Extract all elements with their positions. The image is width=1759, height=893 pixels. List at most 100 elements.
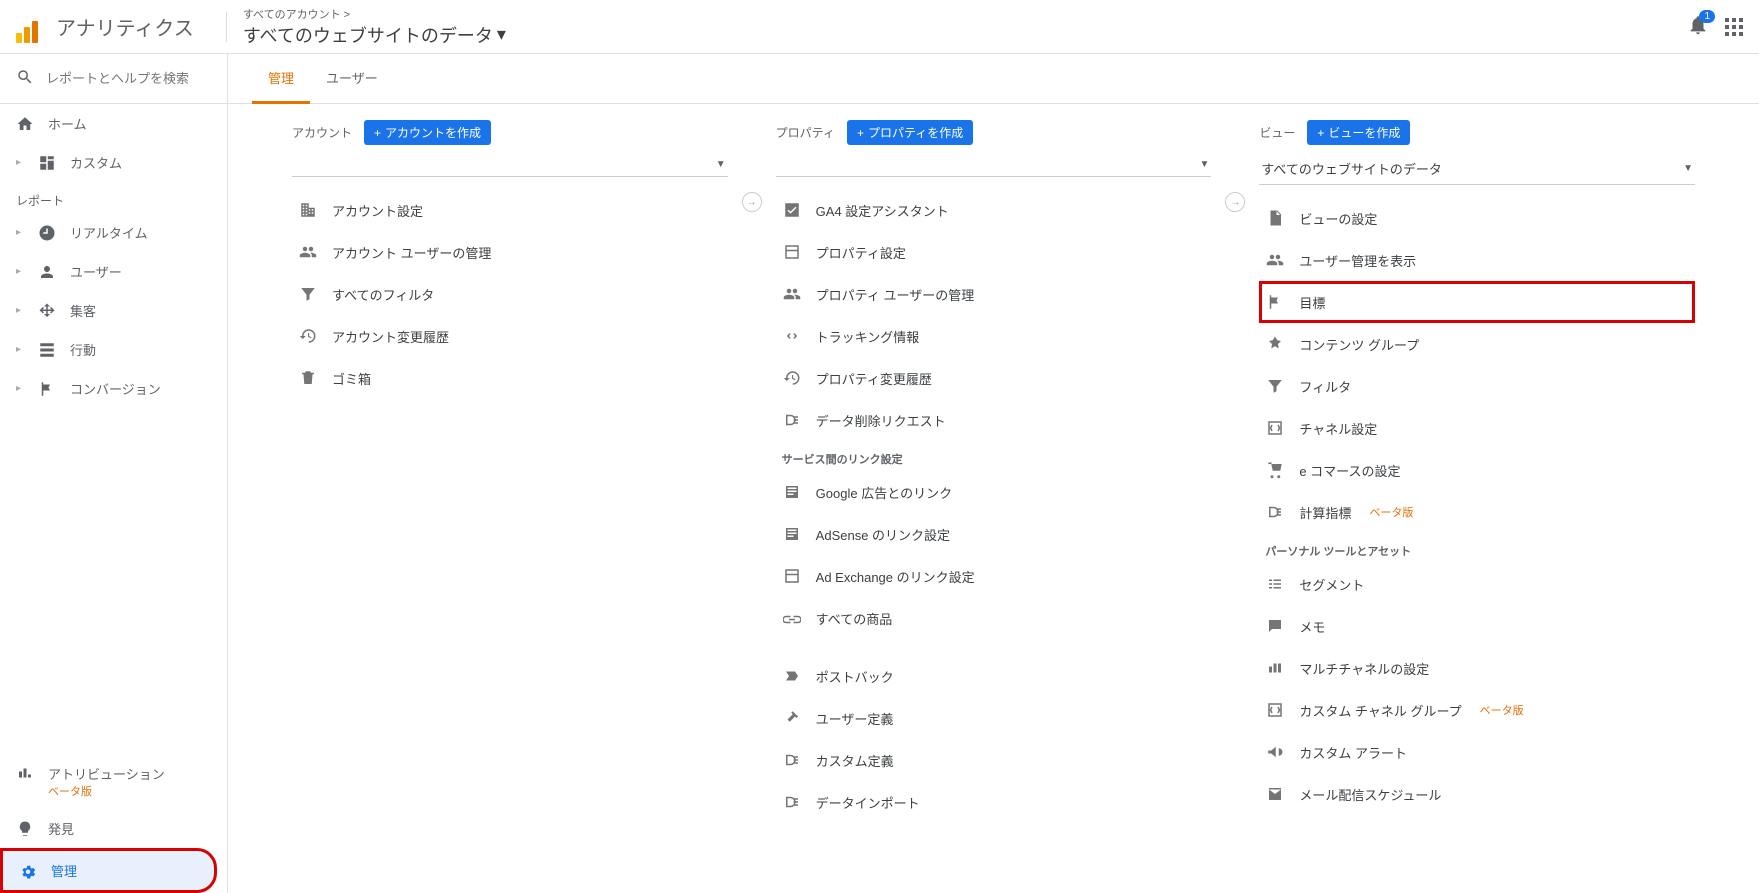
account-users[interactable]: アカウント ユーザーの管理 (292, 231, 728, 273)
sidebar-item-acquisition[interactable]: ▸ 集客 (0, 291, 227, 330)
layout-icon (782, 566, 802, 586)
sidebar-item-realtime[interactable]: ▸ リアルタイム (0, 213, 227, 252)
people-icon (298, 242, 318, 262)
ecommerce-settings[interactable]: e コマースの設定 (1259, 449, 1695, 491)
layout-icon (782, 242, 802, 262)
multichannel[interactable]: マルチチャネルの設定 (1259, 647, 1695, 689)
sidebar-item-attribution[interactable]: アトリビューション ベータ版 (0, 754, 227, 809)
apps-button[interactable] (1725, 18, 1743, 36)
data-import[interactable]: データインポート (776, 781, 1212, 823)
sidebar-item-custom[interactable]: ▸ カスタム (0, 143, 227, 182)
account-settings[interactable]: アカウント設定 (292, 189, 728, 231)
menu-label: データインポート (816, 793, 920, 812)
tracking-info[interactable]: トラッキング情報 (776, 315, 1212, 357)
breadcrumb-top: すべてのアカウント > (243, 6, 506, 22)
gear-icon (19, 862, 37, 880)
notifications-count: 1 (1699, 10, 1715, 23)
menu-label: カスタム チャネル グループ (1299, 701, 1461, 720)
view-select[interactable]: すべてのウェブサイトのデータ ▼ (1259, 153, 1695, 185)
breadcrumb[interactable]: すべてのアカウント > すべてのウェブサイトのデータ ▾ (243, 6, 506, 48)
home-icon (16, 115, 34, 133)
cart-icon (1265, 460, 1285, 480)
sidebar-item-label: アトリビューション (48, 767, 165, 782)
menu-label: AdSense のリンク設定 (816, 525, 950, 544)
sidebar-item-conversions[interactable]: ▸ コンバージョン (0, 369, 227, 408)
analytics-logo[interactable] (16, 11, 48, 43)
create-property-button[interactable]: プロパティを作成 (847, 120, 973, 145)
all-products[interactable]: すべての商品 (776, 597, 1212, 639)
view-users[interactable]: ユーザー管理を表示 (1259, 239, 1695, 281)
dd-icon (782, 410, 802, 430)
create-account-button[interactable]: アカウントを作成 (364, 120, 491, 145)
sidebar-item-discover[interactable]: 発見 (0, 809, 227, 848)
postback[interactable]: ポストバック (776, 655, 1212, 697)
view-settings[interactable]: ビューの設定 (1259, 197, 1695, 239)
create-view-button[interactable]: ビューを作成 (1307, 120, 1410, 145)
notifications-button[interactable]: 1 (1687, 14, 1709, 39)
view-label: ビュー (1259, 124, 1295, 141)
page-icon (1265, 208, 1285, 228)
adexchange-link[interactable]: Ad Exchange のリンク設定 (776, 555, 1212, 597)
sidebar-item-audience[interactable]: ▸ ユーザー (0, 252, 227, 291)
dd-icon (1265, 502, 1285, 522)
menu-label: ユーザー定義 (816, 709, 894, 728)
beta-tag: ベータ版 (1369, 504, 1413, 520)
menu-label: メール配信スケジュール (1299, 785, 1441, 804)
data-delete[interactable]: データ削除リクエスト (776, 399, 1212, 441)
user-definition[interactable]: ユーザー定義 (776, 697, 1212, 739)
beta-tag: ベータ版 (48, 783, 165, 799)
custom-definition[interactable]: カスタム定義 (776, 739, 1212, 781)
menu-label: プロパティ変更履歴 (816, 369, 932, 388)
menu-label: 目標 (1299, 293, 1325, 312)
sidebar-item-label: 管理 (51, 861, 77, 880)
property-users[interactable]: プロパティ ユーザーの管理 (776, 273, 1212, 315)
code-icon (782, 326, 802, 346)
sidebar-item-behavior[interactable]: ▸ 行動 (0, 330, 227, 369)
tab-user[interactable]: ユーザー (310, 54, 394, 103)
product-name: アナリティクス (56, 12, 194, 41)
property-history[interactable]: プロパティ変更履歴 (776, 357, 1212, 399)
property-settings[interactable]: プロパティ設定 (776, 231, 1212, 273)
account-trash[interactable]: ゴミ箱 (292, 357, 728, 399)
segments[interactable]: セグメント (1259, 563, 1695, 605)
sidebar-item-label: 集客 (70, 301, 96, 320)
sidebar-item-label: リアルタイム (70, 223, 148, 242)
sidebar-item-label: ホーム (48, 114, 87, 133)
search-input[interactable] (46, 71, 222, 86)
view-goals[interactable]: 目標 (1259, 281, 1695, 323)
sidebar-item-admin[interactable]: 管理 (0, 848, 217, 893)
sidebar-item-home[interactable]: ホーム (0, 104, 227, 143)
annotations[interactable]: メモ (1259, 605, 1695, 647)
dashboard-icon (38, 154, 56, 172)
account-filters[interactable]: すべてのフィルタ (292, 273, 728, 315)
menu-label: すべてのフィルタ (332, 285, 434, 304)
property-select[interactable]: ▼ (776, 153, 1212, 177)
search-icon (16, 68, 34, 89)
ga4-assistant[interactable]: GA4 設定アシスタント (776, 189, 1212, 231)
menu-label: アカウント変更履歴 (332, 327, 449, 346)
caret-icon: ▸ (16, 157, 24, 168)
view-filters[interactable]: フィルタ (1259, 365, 1695, 407)
menu-label: カスタム定義 (816, 751, 894, 770)
channel-settings[interactable]: チャネル設定 (1259, 407, 1695, 449)
postback-icon (782, 666, 802, 686)
google-ads-link[interactable]: Google 広告とのリンク (776, 471, 1212, 513)
account-history[interactable]: アカウント変更履歴 (292, 315, 728, 357)
custom-alerts[interactable]: カスタム アラート (1259, 731, 1695, 773)
megaphone-icon (1265, 742, 1285, 762)
adsense-link[interactable]: AdSense のリンク設定 (776, 513, 1212, 555)
section-reports: レポート (0, 182, 227, 213)
content-groups[interactable]: コンテンツ グループ (1259, 323, 1695, 365)
calc-metrics[interactable]: 計算指標ベータ版 (1259, 491, 1695, 533)
sidebar-item-label: ユーザー (70, 262, 122, 281)
sidebar-item-label: コンバージョン (70, 379, 161, 398)
account-select[interactable]: ▼ (292, 153, 728, 177)
menu-label: アカウント ユーザーの管理 (332, 243, 491, 262)
tab-admin[interactable]: 管理 (252, 54, 310, 104)
email-schedule[interactable]: メール配信スケジュール (1259, 773, 1695, 815)
trash-icon (298, 368, 318, 388)
acquisition-icon (38, 302, 56, 320)
custom-channel-group[interactable]: カスタム チャネル グループベータ版 (1259, 689, 1695, 731)
sidebar-item-label: 発見 (48, 819, 74, 838)
menu-label: プロパティ設定 (816, 243, 906, 262)
